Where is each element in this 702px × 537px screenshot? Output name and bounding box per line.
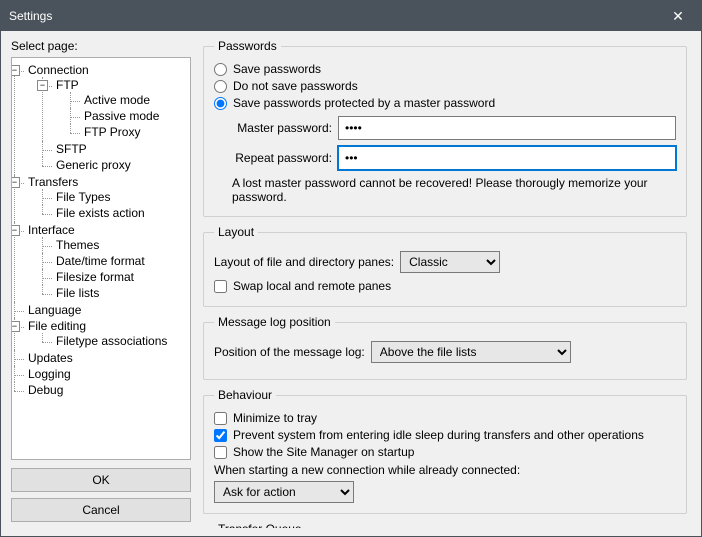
window-title: Settings (9, 9, 663, 23)
radio-save-passwords[interactable] (214, 63, 227, 76)
radio-nosave-passwords[interactable] (214, 80, 227, 93)
minus-icon[interactable]: − (11, 321, 20, 332)
panes-select[interactable]: Classic (400, 251, 500, 273)
tree-updates[interactable]: Updates (14, 350, 188, 366)
show-sitemgr-checkbox[interactable] (214, 446, 227, 459)
minimize-tray-label: Minimize to tray (233, 411, 317, 425)
msglog-pos-label: Position of the message log: (214, 345, 365, 359)
prevent-sleep-checkbox[interactable] (214, 429, 227, 442)
minimize-tray-checkbox[interactable] (214, 412, 227, 425)
ok-button[interactable]: OK (11, 468, 191, 492)
minus-icon[interactable]: − (11, 177, 20, 188)
cancel-button[interactable]: Cancel (11, 498, 191, 522)
radio-save-label: Save passwords (233, 62, 321, 76)
tree-file-types[interactable]: File Types (42, 189, 188, 205)
connection-action-select[interactable]: Ask for action (214, 481, 354, 503)
button-row: OK Cancel (11, 468, 191, 528)
settings-panel: Passwords Save passwords Do not save pas… (199, 39, 691, 528)
titlebar: Settings ✕ (1, 1, 701, 31)
repeat-password-label: Repeat password: (232, 151, 332, 165)
behaviour-legend: Behaviour (214, 388, 276, 402)
tree-file-exists[interactable]: File exists action (42, 205, 188, 221)
tree-filetype-assoc[interactable]: Filetype associations (42, 333, 188, 349)
when-starting-label: When starting a new connection while alr… (214, 463, 676, 477)
queue-legend: Transfer Queue (214, 522, 306, 528)
tree-filesize[interactable]: Filesize format (42, 269, 188, 285)
tree-active-mode[interactable]: Active mode (70, 92, 188, 108)
tree-logging[interactable]: Logging (14, 366, 188, 382)
swap-panes-label: Swap local and remote panes (233, 279, 391, 293)
tree-debug[interactable]: Debug (14, 382, 188, 398)
minus-icon[interactable]: − (37, 80, 48, 91)
tree-ftp[interactable]: − FTP Active mode Passive mode FTP Proxy (42, 77, 188, 141)
msglog-group: Message log position Position of the mes… (203, 315, 687, 380)
panes-label: Layout of file and directory panes: (214, 255, 394, 269)
tree-interface[interactable]: − Interface Themes Date/time format File… (14, 222, 188, 302)
layout-group: Layout Layout of file and directory pane… (203, 225, 687, 307)
settings-window: Settings ✕ Select page: − Connection − F… (0, 0, 702, 537)
tree-passive-mode[interactable]: Passive mode (70, 108, 188, 124)
radio-master-password[interactable] (214, 97, 227, 110)
queue-group: Transfer Queue Display momentary transfe… (203, 522, 687, 528)
tree-connection[interactable]: − Connection − FTP Active mode Passive m… (14, 62, 188, 174)
radio-nosave-label: Do not save passwords (233, 79, 358, 93)
tree-file-editing[interactable]: − File editing Filetype associations (14, 318, 188, 350)
tree-datetime[interactable]: Date/time format (42, 253, 188, 269)
select-page-label: Select page: (11, 39, 191, 53)
show-sitemgr-label: Show the Site Manager on startup (233, 445, 414, 459)
tree-generic-proxy[interactable]: Generic proxy (42, 157, 188, 173)
passwords-group: Passwords Save passwords Do not save pas… (203, 39, 687, 217)
swap-panes-checkbox[interactable] (214, 280, 227, 293)
minus-icon[interactable]: − (11, 65, 20, 76)
behaviour-group: Behaviour Minimize to tray Prevent syste… (203, 388, 687, 514)
minus-icon[interactable]: − (11, 225, 20, 236)
repeat-password-input[interactable] (338, 146, 676, 170)
tree-ftp-proxy[interactable]: FTP Proxy (70, 124, 188, 140)
tree-sftp[interactable]: SFTP (42, 141, 188, 157)
msglog-legend: Message log position (214, 315, 335, 329)
prevent-sleep-label: Prevent system from entering idle sleep … (233, 428, 644, 442)
content-area: Select page: − Connection − FTP Active m… (1, 31, 701, 536)
tree-themes[interactable]: Themes (42, 237, 188, 253)
tree-panel: − Connection − FTP Active mode Passive m… (11, 57, 191, 460)
settings-tree: − Connection − FTP Active mode Passive m… (14, 62, 188, 398)
tree-language[interactable]: Language (14, 302, 188, 318)
tree-file-lists[interactable]: File lists (42, 285, 188, 301)
master-password-label: Master password: (232, 121, 332, 135)
master-password-input[interactable] (338, 116, 676, 140)
password-note: A lost master password cannot be recover… (232, 176, 676, 204)
tree-transfers[interactable]: − Transfers File Types File exists actio… (14, 174, 188, 222)
sidebar: Select page: − Connection − FTP Active m… (11, 39, 191, 528)
radio-master-label: Save passwords protected by a master pas… (233, 96, 495, 110)
passwords-legend: Passwords (214, 39, 281, 53)
close-icon[interactable]: ✕ (663, 1, 693, 31)
layout-legend: Layout (214, 225, 258, 239)
msglog-pos-select[interactable]: Above the file lists (371, 341, 571, 363)
